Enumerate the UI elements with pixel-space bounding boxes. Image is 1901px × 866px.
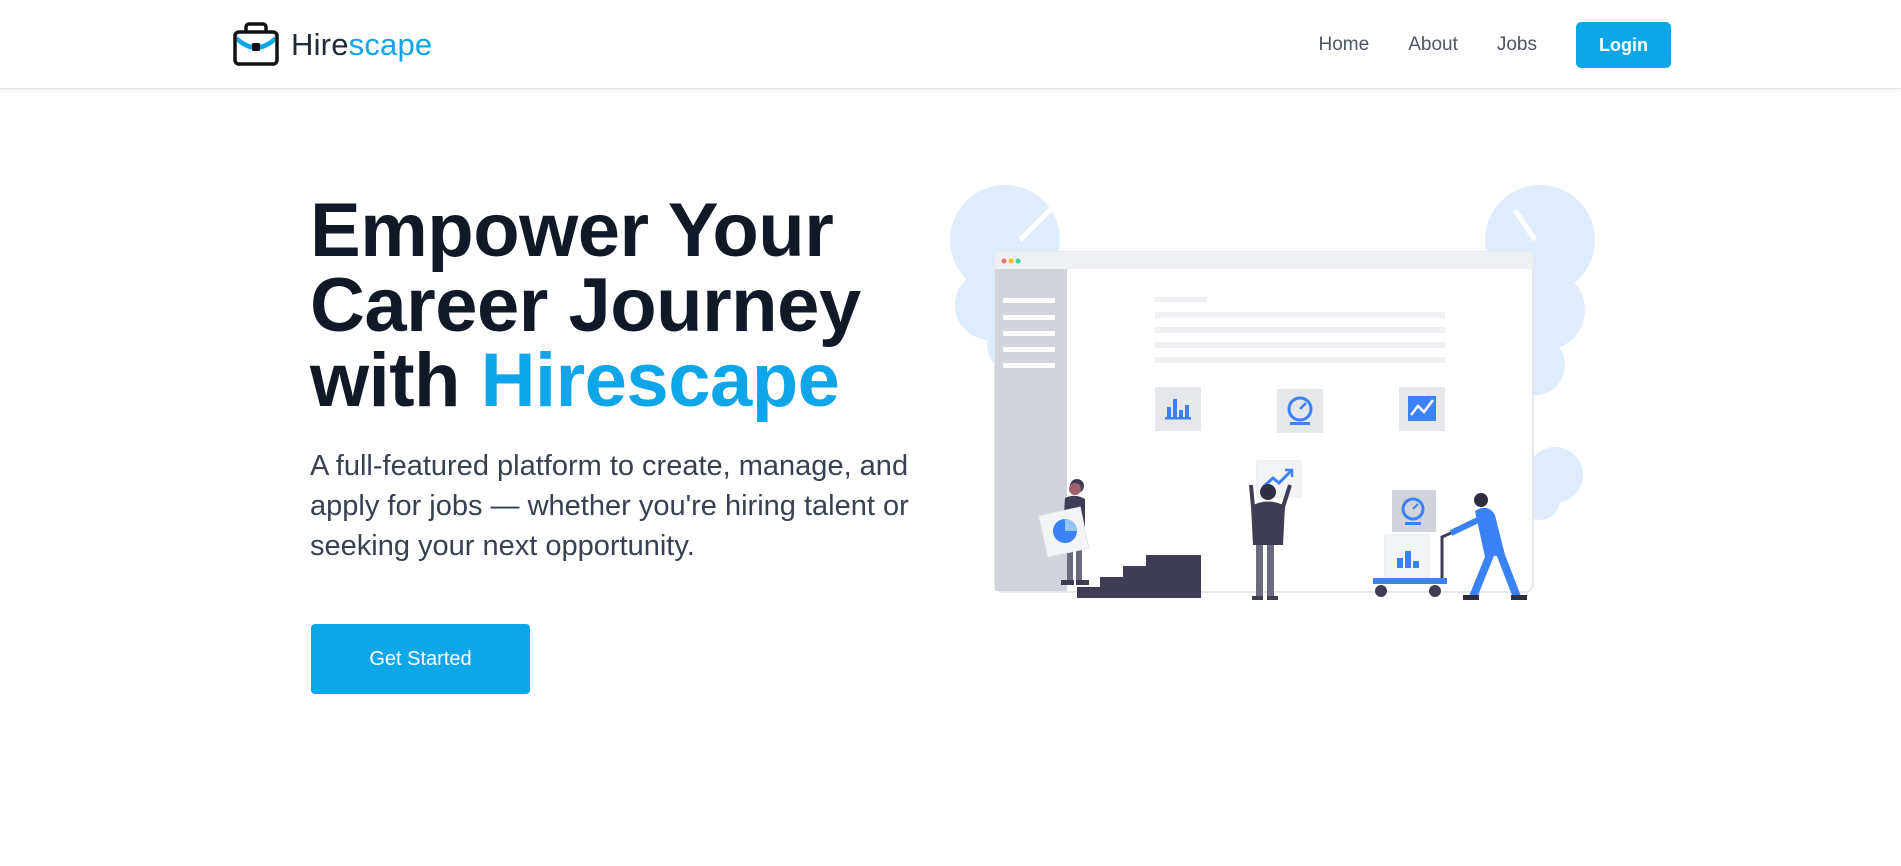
nav-link-home[interactable]: Home [1319,34,1370,56]
career-illustration [950,185,1595,600]
hero-title-line2: Career Journey [310,263,861,348]
hero-title-line1: Empower Your [310,188,834,273]
bar-chart-icon [1155,387,1201,431]
login-button[interactable]: Login [1576,22,1671,68]
brand-logo[interactable]: Hirescape [233,22,432,66]
briefcase-icon [233,22,279,66]
hero-title: Empower Your Career Journey with Hiresca… [310,193,930,419]
main-nav: Home About Jobs Login [1319,22,1671,68]
brand-name-part1: Hire [291,26,349,62]
hero-title-line3-prefix: with [310,338,481,423]
get-started-button[interactable]: Get Started [311,624,530,694]
hero-title-accent: Hirescape [480,338,840,423]
brand-name-part2: scape [348,26,433,62]
brand-name: Hirescape [291,29,432,60]
nav-link-jobs[interactable]: Jobs [1497,34,1537,56]
blob-highlights [1018,203,1538,242]
line-chart-icon [1399,387,1445,431]
speedometer-icon [1277,389,1323,433]
nav-link-about[interactable]: About [1408,34,1458,56]
navbar: Hirescape Home About Jobs Login [0,0,1901,89]
hero-description: A full-featured platform to create, mana… [310,450,909,562]
